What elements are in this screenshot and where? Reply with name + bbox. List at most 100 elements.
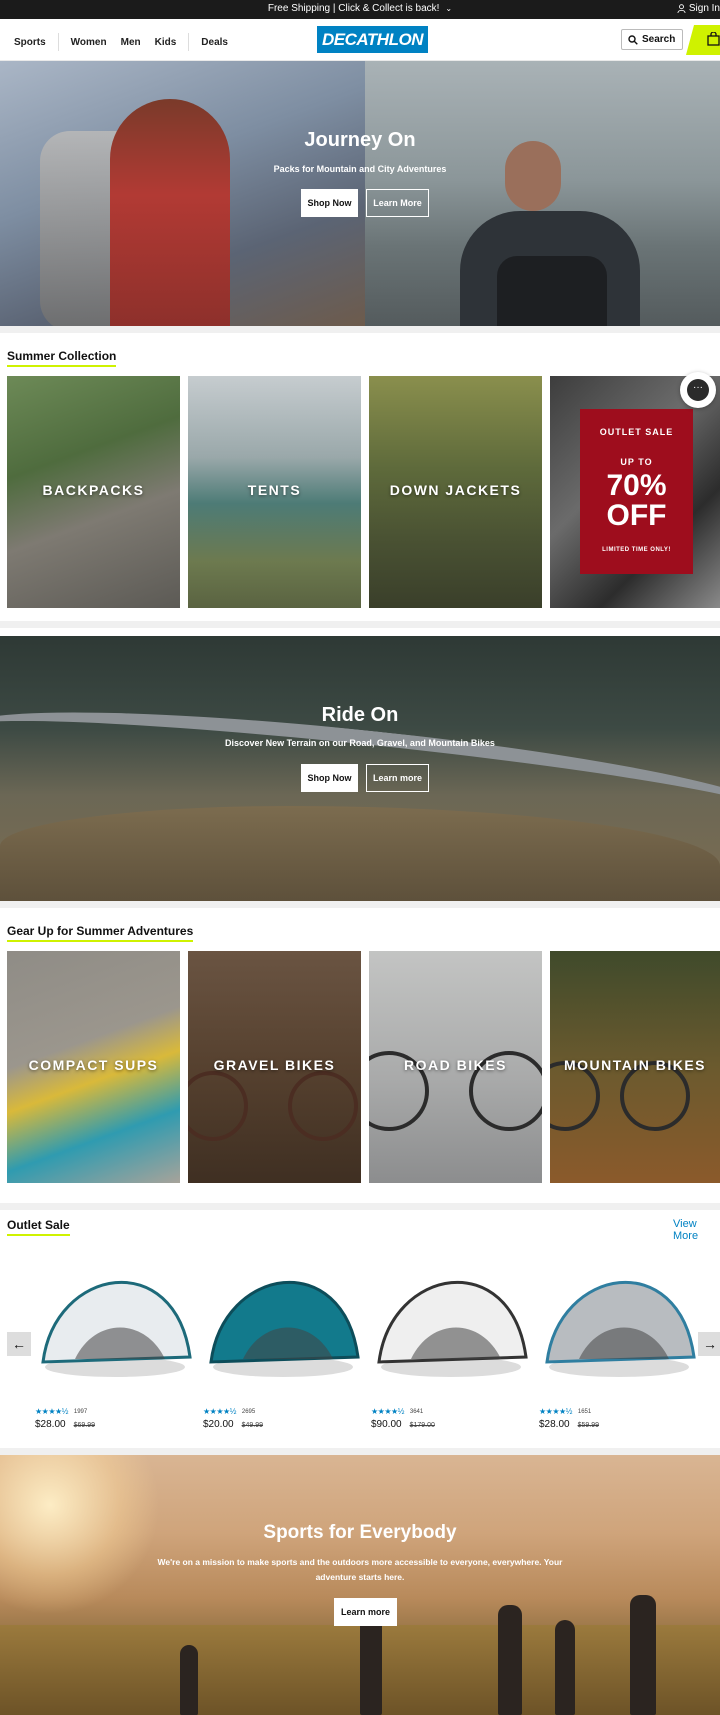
gear-up-title: Gear Up for Summer Adventures — [7, 924, 194, 942]
tent-product-image[interactable] — [35, 1247, 195, 1387]
tile-label: COMPACT SUPS — [28, 1057, 159, 1073]
ride-on-banner: Ride On Discover New Terrain on our Road… — [0, 636, 720, 901]
original-price: $69.99 — [73, 1422, 96, 1429]
chat-icon: ··· — [687, 379, 709, 401]
tile-road-bikes[interactable]: ROAD BIKES — [369, 951, 542, 1183]
hero-title: Journey On — [304, 129, 416, 151]
cart-icon[interactable] — [707, 32, 720, 46]
product-price: $20.00 $49.99 — [203, 1419, 263, 1430]
review-count: 1651 — [577, 1408, 592, 1415]
promo-bar: Free Shipping | Click & Collect is back!… — [0, 0, 720, 19]
product-card[interactable]: ★★★★½ 2695 $20.00 $49.99 — [203, 1247, 363, 1430]
nav-sports[interactable]: Sports — [14, 37, 46, 48]
decathlon-logo[interactable]: DECATHLON — [317, 26, 428, 53]
section-divider — [0, 901, 720, 908]
sale-price: $20.00 — [203, 1419, 234, 1430]
nav-women[interactable]: Women — [71, 37, 107, 48]
tile-gravel-bikes[interactable]: GRAVEL BIKES — [188, 951, 361, 1183]
hero-daypack-shape — [497, 256, 607, 326]
outlet-card-off: OFF — [606, 499, 667, 532]
original-price: $49.99 — [241, 1422, 264, 1429]
section-divider — [0, 326, 720, 333]
tile-tents[interactable]: TENTS — [188, 376, 361, 608]
original-price: $59.99 — [577, 1422, 600, 1429]
sale-price: $28.00 — [539, 1419, 570, 1430]
hiker-silhouette — [360, 1615, 382, 1715]
sports-for-everybody-banner: Sports for Everybody We're on a mission … — [0, 1455, 720, 1715]
user-icon — [677, 4, 686, 13]
outlet-sale-card: OUTLET SALE UP TO 70% OFF LIMITED TIME O… — [580, 409, 693, 574]
ride-subtitle: Discover New Terrain on our Road, Gravel… — [225, 738, 495, 748]
tile-backpacks[interactable]: BACKPACKS — [7, 376, 180, 608]
product-rating: ★★★★½ 1997 — [35, 1407, 87, 1416]
tile-label: GRAVEL BIKES — [213, 1057, 336, 1073]
hero-learn-more-button[interactable]: Learn More — [366, 189, 429, 217]
product-card[interactable]: ★★★★½ 1997 $28.00 $69.99 — [35, 1247, 195, 1430]
tent-product-image[interactable] — [539, 1247, 699, 1387]
product-rating: ★★★★½ 3641 — [371, 1407, 423, 1416]
ride-learn-more-button[interactable]: Learn more — [366, 764, 429, 792]
hiker-silhouette — [630, 1595, 656, 1715]
product-rating: ★★★★½ 2695 — [203, 1407, 255, 1416]
product-price: $90.00 $179.00 — [371, 1419, 435, 1430]
tile-down-jackets[interactable]: DOWN JACKETS — [369, 376, 542, 608]
chevron-down-icon[interactable]: ⌄ — [445, 4, 452, 13]
tile-compact-sups[interactable]: COMPACT SUPS — [7, 951, 180, 1183]
search-label: Search — [642, 34, 676, 45]
outlet-card-heading: OUTLET SALE — [599, 427, 674, 437]
product-rating: ★★★★½ 1651 — [539, 1407, 591, 1416]
tile-label: ROAD BIKES — [404, 1057, 507, 1073]
ride-shop-now-button[interactable]: Shop Now — [301, 764, 358, 792]
shipping-banner[interactable]: Free Shipping | Click & Collect is back!… — [0, 3, 720, 14]
nav-kids[interactable]: Kids — [155, 37, 177, 48]
tile-label: MOUNTAIN BIKES — [563, 1057, 707, 1073]
product-card[interactable]: ★★★★½ 1651 $28.00 $59.99 — [539, 1247, 699, 1430]
view-more-link[interactable]: View More — [673, 1218, 720, 1242]
site-header: Sports Women Men Kids Deals DECATHLON Se… — [0, 19, 720, 61]
hero-shop-now-button[interactable]: Shop Now — [301, 189, 358, 217]
product-card[interactable]: ★★★★½ 3641 $90.00 $179.00 — [371, 1247, 531, 1430]
signin-label[interactable]: Sign In — [689, 3, 720, 14]
ride-title: Ride On — [321, 704, 399, 726]
tent-product-image[interactable] — [203, 1247, 363, 1387]
tile-label: DOWN JACKETS — [389, 482, 522, 498]
tile-mountain-bikes[interactable]: MOUNTAIN BIKES — [550, 951, 720, 1183]
star-icon: ★★★★½ — [203, 1407, 236, 1416]
outlet-card-upto: UP TO — [620, 457, 653, 467]
section-divider — [0, 621, 720, 628]
chat-button[interactable]: ··· — [680, 372, 716, 408]
search-icon — [628, 34, 638, 45]
tile-outlet-sale[interactable]: OUTLET SALE UP TO 70% OFF LIMITED TIME O… — [550, 376, 720, 608]
main-nav: Sports Women Men Kids Deals — [14, 33, 228, 51]
signin-link[interactable]: Sign In — [677, 3, 720, 14]
nav-men[interactable]: Men — [121, 37, 141, 48]
outlet-card-note: LIMITED TIME ONLY! — [602, 547, 671, 553]
carousel-prev-button[interactable]: ← — [7, 1332, 31, 1356]
star-icon: ★★★★½ — [539, 1407, 572, 1416]
arrow-right-icon: → — [703, 1336, 717, 1352]
sports-learn-more-button[interactable]: Learn more — [334, 1598, 397, 1626]
hiker-silhouette — [555, 1620, 575, 1715]
nav-deals[interactable]: Deals — [201, 37, 228, 48]
sports-title: Sports for Everybody — [263, 1522, 457, 1543]
arrow-left-icon: ← — [12, 1336, 26, 1352]
summer-collection-title: Summer Collection — [7, 349, 117, 367]
carousel-next-button[interactable]: → — [698, 1332, 720, 1356]
tile-label: TENTS — [247, 482, 302, 498]
sale-price: $90.00 — [371, 1419, 402, 1430]
child-silhouette — [180, 1645, 198, 1715]
bike-wheel-shape — [188, 1071, 248, 1141]
outlet-card-percent: 70% — [606, 469, 667, 502]
tent-product-image[interactable] — [371, 1247, 531, 1387]
shipping-text[interactable]: Free Shipping | Click & Collect is back! — [268, 3, 440, 14]
original-price: $179.00 — [409, 1422, 435, 1429]
nav-divider — [57, 33, 59, 51]
hero-banner: Journey On Packs for Mountain and City A… — [0, 61, 720, 326]
sports-text: We're on a mission to make sports and th… — [157, 1557, 563, 1582]
hero-subtitle: Packs for Mountain and City Adventures — [273, 164, 447, 174]
star-icon: ★★★★½ — [371, 1407, 404, 1416]
review-count: 1997 — [73, 1408, 88, 1415]
product-price: $28.00 $69.99 — [35, 1419, 95, 1430]
tile-label: BACKPACKS — [42, 482, 145, 498]
search-button[interactable]: Search — [621, 29, 683, 50]
